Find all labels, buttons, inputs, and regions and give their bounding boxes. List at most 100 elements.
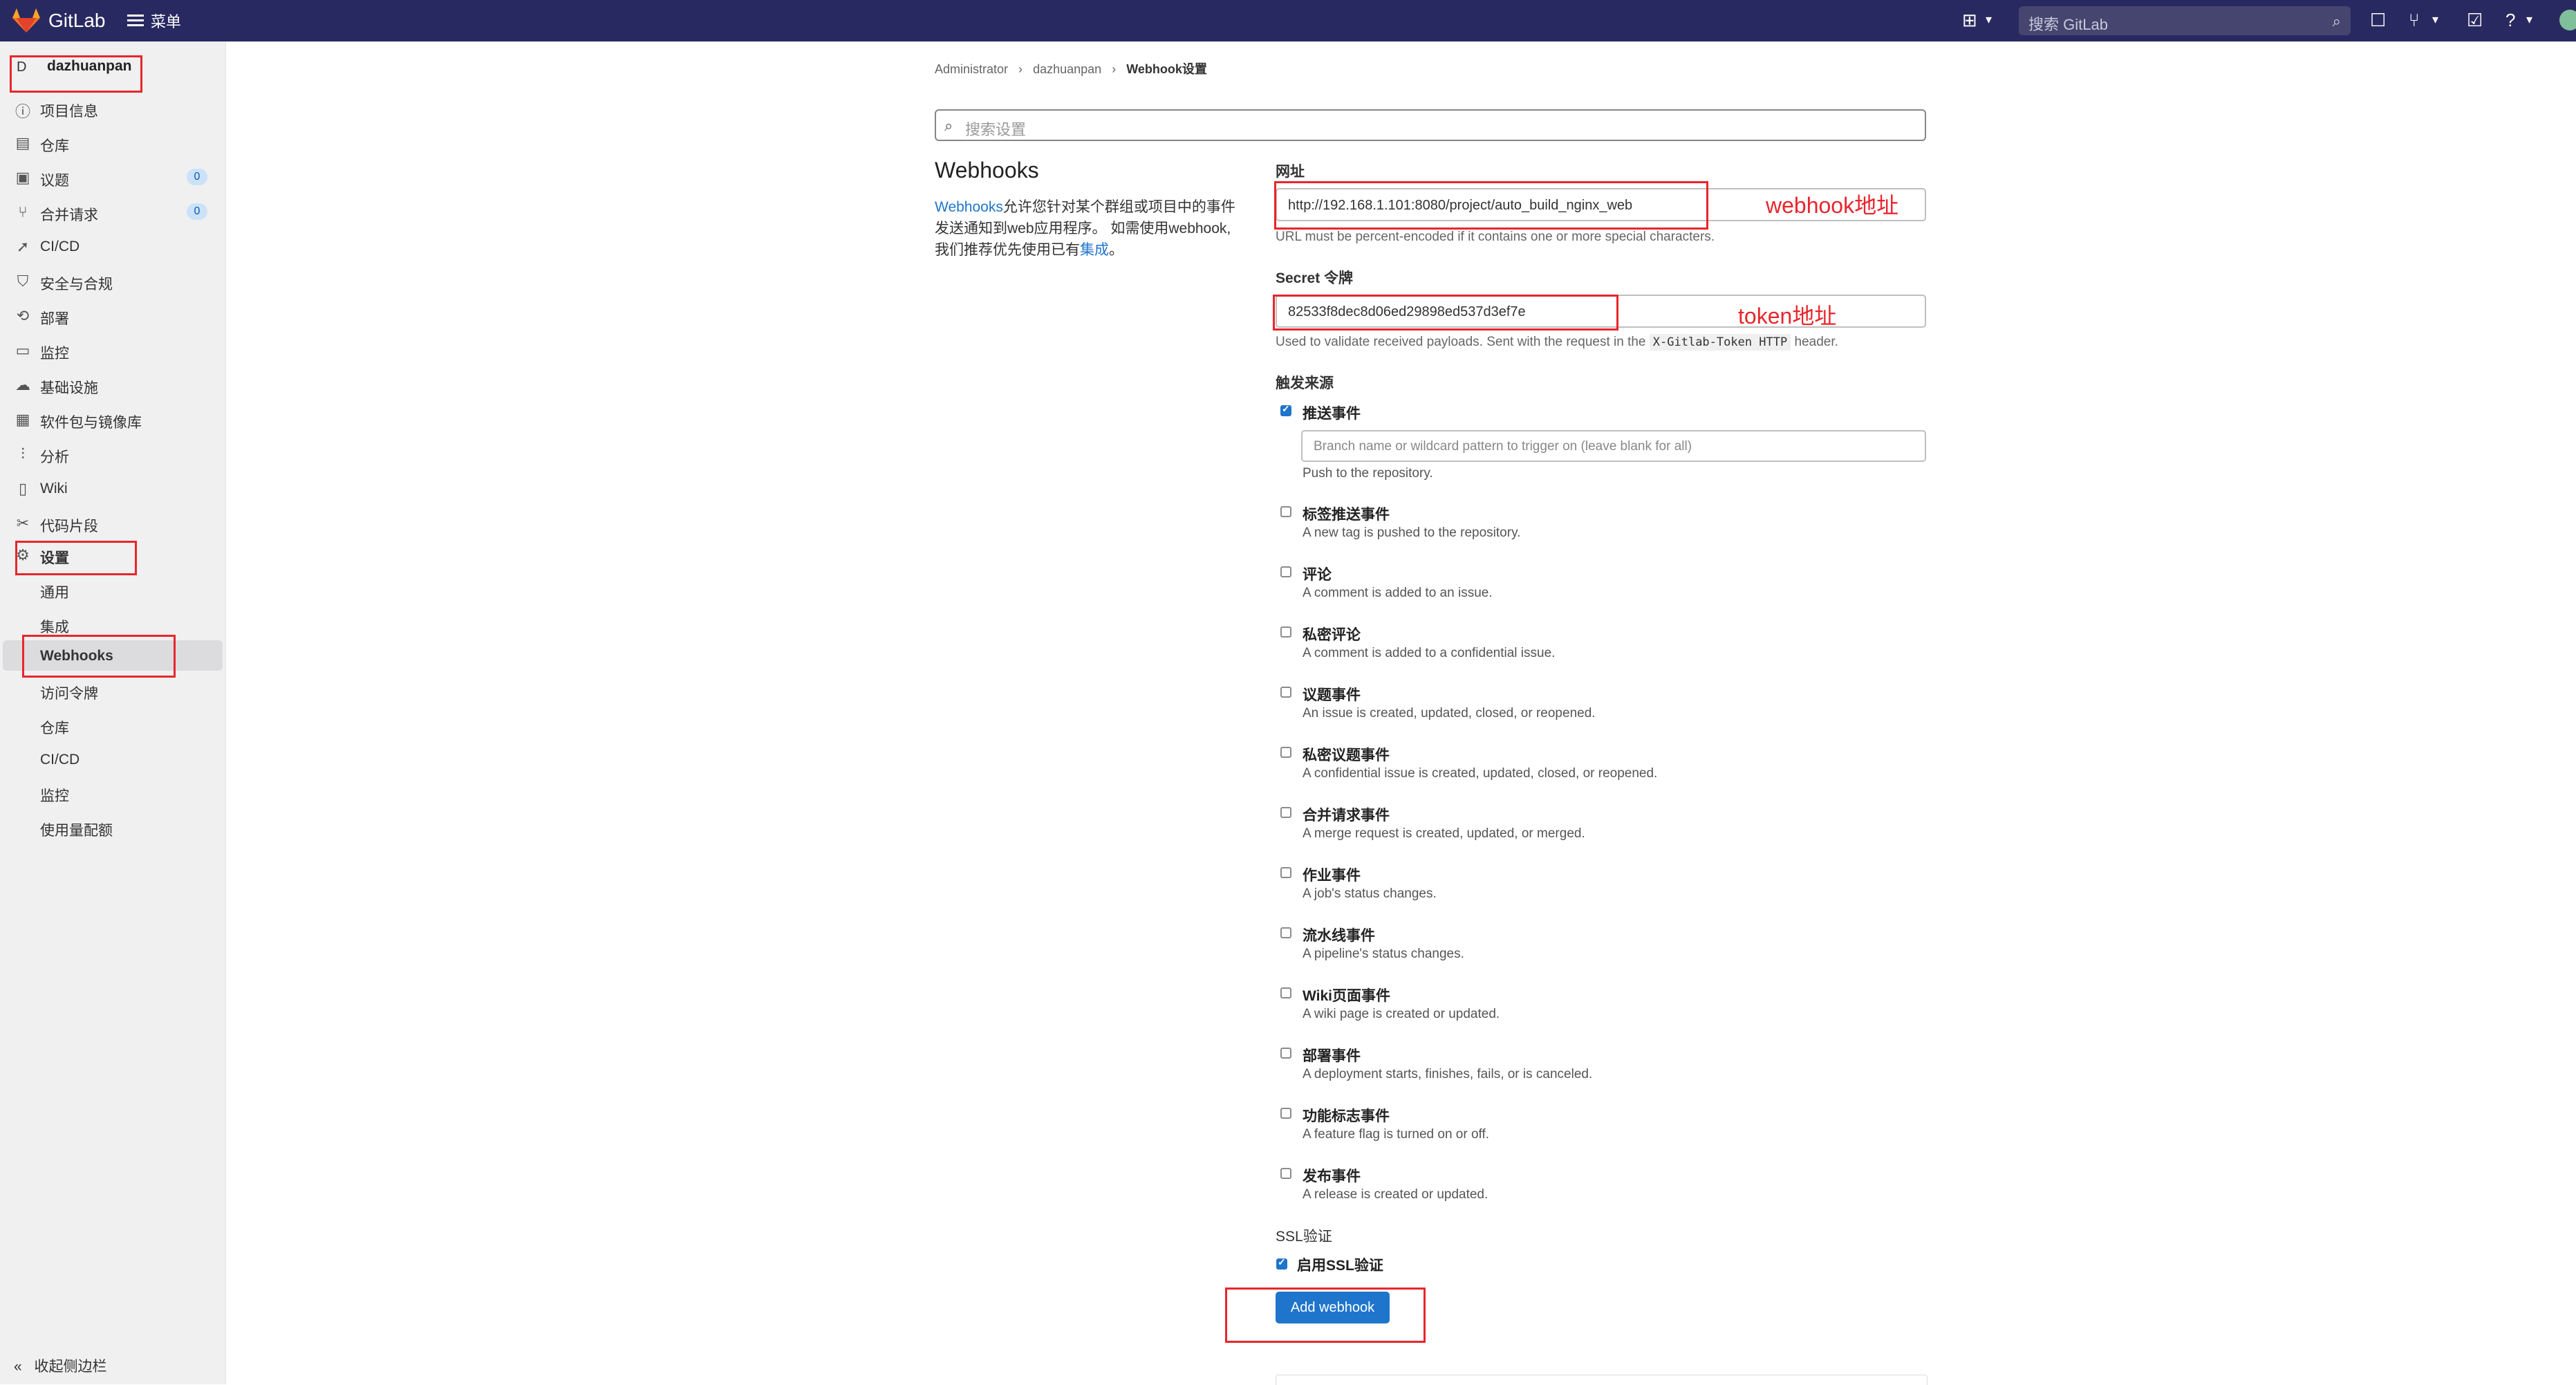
sidebar-item-security[interactable]: ⛉ 安全与合规	[0, 266, 225, 296]
event-checkbox[interactable]	[1280, 927, 1291, 938]
sidebar-item-cicd[interactable]: ➚ CI/CD	[0, 231, 225, 261]
integrations-link[interactable]: 集成	[1080, 242, 1109, 258]
sidebar-sub-usage-quotas[interactable]: 使用量配额	[0, 812, 225, 842]
sidebar-sub-access-tokens[interactable]: 访问令牌	[0, 675, 225, 705]
sidebar-item-monitor[interactable]: ▭ 监控	[0, 335, 225, 365]
book-icon: ▯	[18, 480, 28, 497]
sidebar-sub-label: 访问令牌	[40, 686, 98, 702]
monitor-icon: ▭	[15, 342, 30, 359]
sidebar-item-label: 分析	[40, 449, 69, 465]
event-description: A job's status changes.	[1303, 886, 1437, 901]
sidebar-sub-cicd[interactable]: CI/CD	[0, 744, 225, 774]
annotation-token-note: token地址	[1738, 304, 1837, 328]
url-label: 网址	[1276, 164, 1305, 180]
event-description: Push to the repository.	[1303, 466, 1433, 481]
sidebar-item-snippets[interactable]: ✂ 代码片段	[0, 508, 225, 538]
annotation-box-token	[1273, 295, 1618, 331]
cloud-icon: ☁	[15, 376, 30, 393]
event-checkbox[interactable]	[1280, 626, 1291, 638]
breadcrumb-current: Webhook设置	[1126, 62, 1207, 76]
secret-token-label: Secret 令牌	[1276, 270, 1354, 286]
event-checkbox[interactable]	[1280, 1108, 1291, 1119]
chevron-down-icon[interactable]: ▾	[1986, 12, 1992, 27]
event-title: Wiki页面事件	[1303, 988, 1390, 1004]
event-checkbox[interactable]	[1280, 747, 1291, 758]
sidebar-item-merge-requests[interactable]: ⑂ 合并请求 0	[0, 196, 225, 227]
event-checkbox[interactable]	[1280, 1048, 1291, 1059]
sidebar-item-label: 代码片段	[40, 519, 98, 535]
event-description: A feature flag is turned on or off.	[1303, 1127, 1490, 1142]
event-checkbox[interactable]	[1280, 807, 1291, 818]
event-title: 评论	[1303, 567, 1332, 583]
ssl-verification-checkbox[interactable]	[1276, 1256, 1287, 1270]
event-checkbox[interactable]	[1280, 867, 1291, 878]
sidebar-item-label: Wiki	[40, 481, 68, 496]
annotation-box-project	[10, 55, 142, 93]
sidebar-sub-label: 集成	[40, 620, 69, 635]
todo-icon[interactable]: ☑	[2467, 10, 2483, 31]
chevron-down-icon[interactable]: ▾	[2526, 12, 2532, 27]
event-checkbox[interactable]	[1280, 687, 1291, 698]
sidebar-item-analytics[interactable]: ⫶ 分析	[0, 438, 225, 469]
webhooks-list-card	[1276, 1375, 1928, 1385]
menu-label: 菜单	[151, 13, 182, 30]
avatar[interactable]	[2559, 10, 2576, 30]
sidebar-item-wiki[interactable]: ▯ Wiki	[0, 473, 225, 503]
chevron-down-icon[interactable]: ▾	[2432, 12, 2438, 27]
sidebar-item-packages[interactable]: ▦ 软件包与镜像库	[0, 404, 225, 434]
collapse-sidebar-button[interactable]: « 收起侧边栏	[14, 1355, 107, 1376]
sidebar-item-project-info[interactable]: ⓘ 项目信息	[0, 93, 225, 123]
sidebar-item-label: 软件包与镜像库	[40, 415, 142, 431]
event-description: A release is created or updated.	[1303, 1187, 1488, 1202]
event-title: 私密评论	[1303, 627, 1361, 643]
settings-search-input[interactable]: ⌕ 搜索设置	[935, 109, 1926, 141]
event-title: 功能标志事件	[1303, 1108, 1390, 1124]
settings-search-placeholder: 搜索设置	[965, 121, 1027, 138]
event-description: A comment is added to an issue.	[1303, 586, 1493, 600]
breadcrumb-item[interactable]: dazhuanpan	[1033, 62, 1101, 76]
webhooks-doc-link[interactable]: Webhooks	[935, 199, 1003, 215]
brand-name[interactable]: GitLab	[48, 10, 106, 32]
sidebar-item-repository[interactable]: ▤ 仓库	[0, 127, 225, 158]
sidebar-sub-label: 监控	[40, 788, 69, 804]
global-search-input[interactable]: 搜索 GitLab ⌕	[2019, 6, 2351, 35]
event-checkbox[interactable]	[1280, 506, 1291, 517]
event-title: 私密议题事件	[1303, 747, 1390, 763]
event-title: 标签推送事件	[1303, 507, 1390, 523]
double-chevron-left-icon: «	[14, 1359, 22, 1375]
sidebar-sub-repository[interactable]: 仓库	[0, 709, 225, 740]
event-title: 合并请求事件	[1303, 808, 1390, 824]
event-checkbox[interactable]	[1280, 566, 1291, 577]
annotation-box-add-button	[1225, 1288, 1426, 1343]
sidebar-sub-general[interactable]: 通用	[0, 574, 225, 604]
branch-filter-input[interactable]: Branch name or wildcard pattern to trigg…	[1301, 430, 1926, 462]
sidebar-item-infrastructure[interactable]: ☁ 基础设施	[0, 369, 225, 400]
event-checkbox[interactable]	[1280, 403, 1291, 416]
menu-button[interactable]: 菜单	[127, 10, 181, 32]
event-title: 推送事件	[1303, 406, 1361, 422]
event-title: 议题事件	[1303, 687, 1361, 703]
breadcrumb-item[interactable]: Administrator	[935, 62, 1008, 76]
sidebar-sub-monitor[interactable]: 监控	[0, 777, 225, 808]
top-navbar: GitLab 菜单 ⊞ ▾ 搜索 GitLab ⌕ ☐ ⑂ ▾ ☑ ? ▾	[0, 0, 2576, 41]
event-checkbox[interactable]	[1280, 987, 1291, 998]
plus-square-icon[interactable]: ⊞	[1962, 10, 1977, 31]
merge-request-icon[interactable]: ⑂	[2409, 10, 2420, 31]
sidebar-item-issues[interactable]: ▣ 议题 0	[0, 162, 225, 192]
trigger-label: 触发来源	[1276, 375, 1334, 391]
sidebar-item-deploy[interactable]: ⟲ 部署	[0, 300, 225, 331]
doc-icon: ▤	[15, 134, 30, 151]
secret-help-pre: Used to validate received payloads. Sent…	[1276, 335, 1646, 349]
sidebar-item-label: 项目信息	[40, 104, 98, 120]
event-description: A new tag is pushed to the repository.	[1303, 526, 1521, 540]
event-checkbox[interactable]	[1280, 1168, 1291, 1179]
event-title: 流水线事件	[1303, 928, 1375, 944]
gitlab-logo-icon[interactable]	[12, 8, 40, 33]
search-icon: ⌕	[944, 117, 953, 134]
annotation-box-webhooks	[22, 635, 176, 678]
issues-icon[interactable]: ☐	[2370, 10, 2386, 31]
secret-help-post: header.	[1794, 335, 1838, 349]
help-icon[interactable]: ?	[2505, 10, 2515, 31]
section-title: Webhooks	[935, 158, 1039, 183]
deploy-icon: ⟲	[16, 307, 30, 324]
